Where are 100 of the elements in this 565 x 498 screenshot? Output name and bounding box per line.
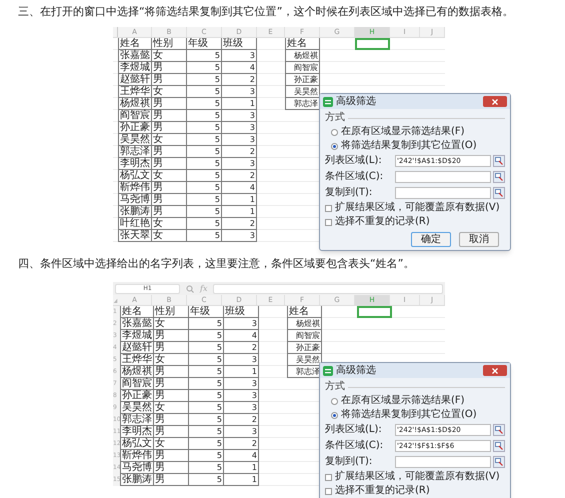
range-field[interactable] (395, 187, 491, 199)
radio-option[interactable]: 将筛选结果复制到其它位置(O) (325, 140, 505, 152)
dialog-button[interactable]: 取消 (459, 232, 499, 247)
range-picker-button[interactable] (493, 424, 505, 436)
range-picker-button[interactable] (493, 456, 505, 468)
range-field[interactable] (395, 171, 491, 183)
table-cell: 4 (222, 62, 257, 74)
dialog-title: 高级筛选 (336, 96, 377, 108)
radio-button[interactable] (331, 398, 338, 404)
checkbox[interactable] (325, 488, 332, 494)
table-cell: 5 (187, 122, 222, 134)
table-cell: 5 (189, 342, 224, 354)
table-cell: 2 (224, 438, 259, 450)
radio-option[interactable]: 在原有区域显示筛选结果(F) (325, 126, 505, 138)
table-cell: 李明杰 (118, 158, 152, 170)
range-select-icon (495, 458, 503, 466)
header-cell: 性别 (152, 38, 187, 50)
table-cell: 男 (154, 426, 189, 438)
table-cell: 马尧博 (118, 194, 152, 206)
table-cell: 男 (154, 474, 189, 486)
table-cell: 3 (224, 426, 259, 438)
checkbox-label: 选择不重复的记录(R) (335, 485, 430, 497)
range-select-icon (495, 157, 503, 165)
table-cell: 李明杰 (120, 426, 154, 438)
checkbox[interactable] (325, 218, 332, 226)
selected-cell[interactable] (355, 38, 390, 50)
header-cell: 年级 (187, 38, 222, 50)
radio-label: 在原有区域显示筛选结果(F) (341, 126, 465, 138)
table-cell: 5 (187, 98, 222, 110)
table-cell: 1 (222, 194, 257, 206)
table-cell: 靳烨伟 (118, 182, 152, 194)
table-cell: 4 (224, 330, 259, 342)
table-cell: 5 (189, 474, 224, 486)
range-field[interactable] (395, 456, 491, 468)
field-label: 列表区域(L): (325, 424, 383, 436)
table-cell: 3 (222, 230, 257, 242)
table-cell: 5 (187, 206, 222, 218)
table-cell: 5 (189, 450, 224, 462)
table-cell: 男 (152, 110, 187, 122)
range-picker-button[interactable] (493, 440, 505, 452)
table-cell: 3 (224, 378, 259, 390)
range-picker-button[interactable] (493, 187, 505, 199)
checkbox-option[interactable]: 选择不重复的记录(R) (325, 216, 505, 228)
radio-option[interactable]: 在原有区域显示筛选结果(F) (325, 395, 505, 407)
table-cell: 5 (187, 86, 222, 98)
table-cell: 郭志泽 (120, 414, 154, 426)
table-cell: 5 (187, 50, 222, 62)
checkbox[interactable] (325, 204, 332, 212)
header-cell: 姓名 (287, 306, 322, 318)
table-cell: 阎智宸 (118, 110, 152, 122)
checkbox[interactable] (325, 474, 332, 480)
table-cell: 赵懿轩 (120, 342, 154, 354)
table-cell: 男 (152, 146, 187, 158)
table-cell: 杨煜祺 (118, 98, 152, 110)
table-cell: 孙正豪 (285, 74, 320, 86)
header-cell: 姓名 (118, 38, 152, 50)
table-cell: 女 (154, 318, 189, 330)
selected-cell[interactable] (357, 306, 392, 318)
checkbox-option[interactable]: 选择不重复的记录(R) (325, 485, 505, 497)
table-cell: 1 (222, 98, 257, 110)
table-cell: 孙正豪 (118, 122, 152, 134)
table-cell: 3 (222, 110, 257, 122)
close-button[interactable] (483, 96, 507, 107)
table-cell: 男 (154, 450, 189, 462)
table-cell: 1 (222, 206, 257, 218)
range-picker-button[interactable] (493, 171, 505, 183)
table-cell: 5 (187, 158, 222, 170)
table-cell: 3 (222, 158, 257, 170)
table-cell: 5 (189, 318, 224, 330)
table-cell: 女 (154, 402, 189, 414)
radio-label: 在原有区域显示筛选结果(F) (341, 395, 465, 407)
table-cell: 5 (187, 62, 222, 74)
table-cell: 2 (224, 342, 259, 354)
table-cell: 郭志泽 (118, 146, 152, 158)
table-cell: 5 (189, 438, 224, 450)
section-label: 方式 (325, 381, 345, 393)
table-cell: 阎智宸 (287, 330, 322, 342)
table-cell: 4 (222, 182, 257, 194)
radio-button[interactable] (331, 142, 338, 150)
close-button[interactable] (483, 365, 507, 376)
table-cell: 女 (152, 230, 187, 242)
radio-button[interactable] (331, 412, 338, 418)
app-icon (323, 366, 333, 376)
table-cell: 张嘉懿 (118, 50, 152, 62)
table-cell: 5 (187, 110, 222, 122)
table-cell: 张天翠 (118, 230, 152, 242)
table-cell: 男 (154, 330, 189, 342)
table-cell: 女 (152, 218, 187, 230)
radio-option[interactable]: 将筛选结果复制到其它位置(O) (325, 409, 505, 421)
radio-label: 将筛选结果复制到其它位置(O) (341, 409, 477, 421)
table-cell: 2 (222, 218, 257, 230)
range-select-icon (495, 426, 503, 434)
table-cell: 阎智宸 (120, 378, 154, 390)
table-cell: 男 (152, 62, 187, 74)
close-icon (492, 98, 498, 104)
table-cell: 1 (224, 462, 259, 474)
radio-button[interactable] (331, 128, 338, 136)
formula-input[interactable] (213, 284, 443, 294)
range-picker-button[interactable] (493, 155, 505, 167)
dialog-button[interactable]: 确定 (411, 232, 451, 247)
